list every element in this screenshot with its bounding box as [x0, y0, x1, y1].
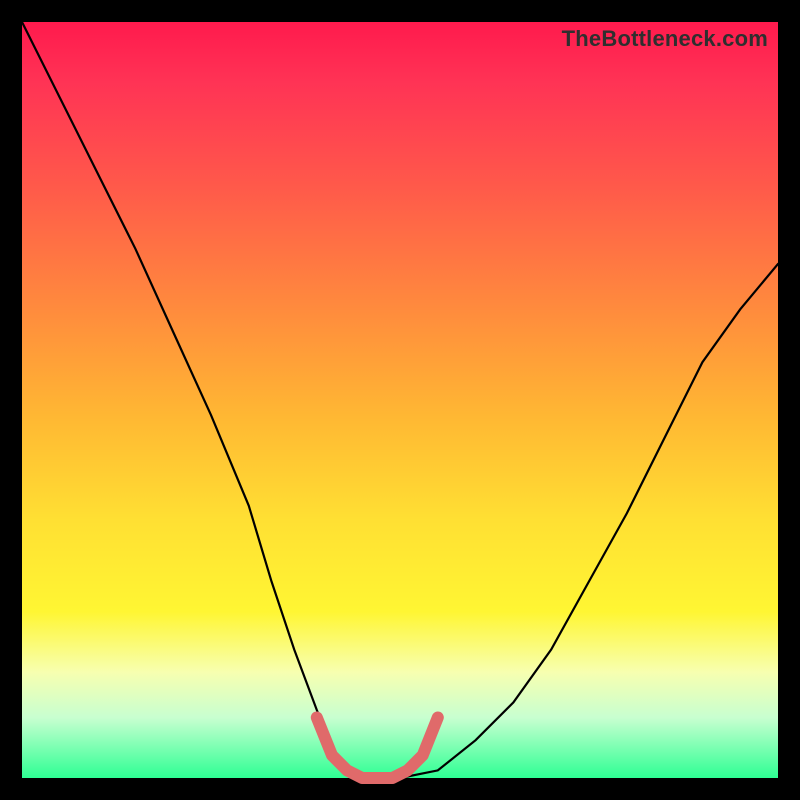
bottleneck-curve	[22, 22, 778, 778]
plot-area: TheBottleneck.com	[22, 22, 778, 778]
chart-frame: TheBottleneck.com	[0, 0, 800, 800]
optimal-band	[317, 718, 438, 779]
curve-layer	[22, 22, 778, 778]
